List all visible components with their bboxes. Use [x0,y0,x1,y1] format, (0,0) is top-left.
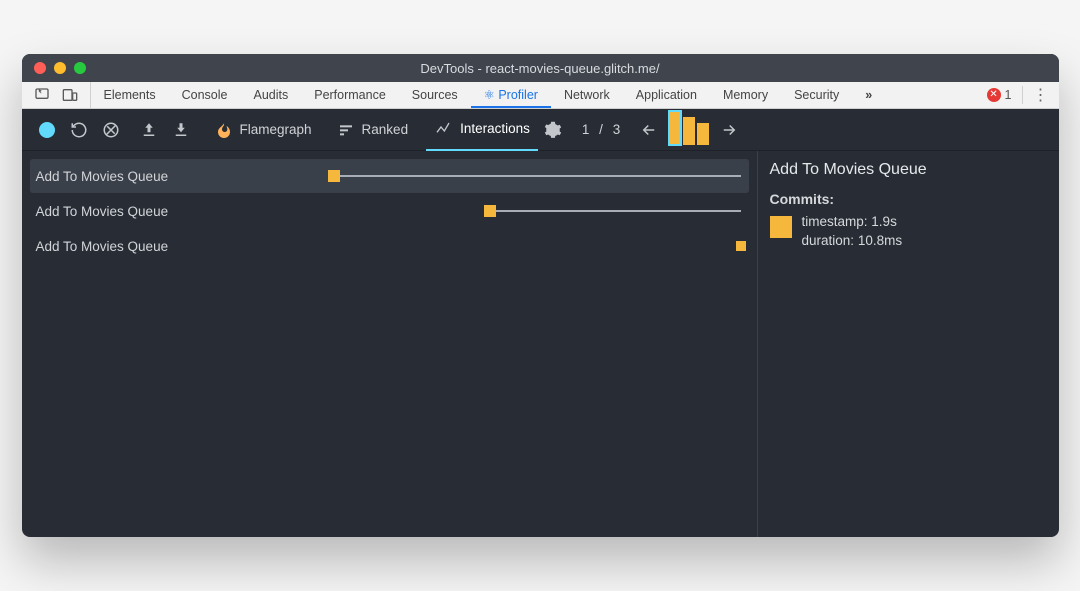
detail-title: Add To Movies Queue [770,161,1047,179]
separator [1022,86,1023,104]
commit-bar-2[interactable] [697,123,709,145]
prev-commit-button[interactable] [634,115,664,145]
interaction-label: Add To Movies Queue [30,169,305,184]
interaction-label: Add To Movies Queue [30,239,305,254]
element-picker-icon[interactable] [34,87,50,103]
more-options-icon[interactable]: ⋮ [1033,85,1049,105]
commits-navigator [634,113,744,147]
reload-button[interactable] [64,115,94,145]
window-title: DevTools - react-movies-queue.glitch.me/ [22,61,1059,76]
commit-bars[interactable] [666,113,712,147]
tab-memory[interactable]: Memory [710,82,781,108]
panel-tabs: Elements Console Audits Performance Sour… [91,82,886,108]
commit-bar-0[interactable] [669,111,681,145]
tabs-overflow-button[interactable]: » [852,82,885,108]
line-icon [434,121,452,137]
error-count: 1 [1005,88,1012,102]
tabbar-left-controls [22,82,91,108]
counter-sep: / [593,122,609,137]
titlebar: DevTools - react-movies-queue.glitch.me/ [22,54,1059,82]
timestamp-label: timestamp: [802,214,868,229]
sort-icon [338,122,354,138]
devtools-window: DevTools - react-movies-queue.glitch.me/… [22,54,1059,537]
tab-security[interactable]: Security [781,82,852,108]
commit-counter: 1 / 3 [568,122,634,137]
tabbar-right-controls: ✕ 1 ⋮ [977,82,1059,108]
tab-audits[interactable]: Audits [240,82,301,108]
interaction-row[interactable]: Add To Movies Queue [30,159,749,193]
next-commit-button[interactable] [714,115,744,145]
view-ranked[interactable]: Ranked [330,109,417,151]
timestamp-value: 1.9s [871,214,897,229]
counter-total: 3 [613,122,621,137]
profiler-settings-button[interactable] [538,115,568,145]
console-errors-badge[interactable]: ✕ 1 [987,88,1012,102]
commit-bar-1[interactable] [683,117,695,145]
commits-section-label: Commits: [770,191,1047,207]
interaction-label: Add To Movies Queue [30,204,305,219]
error-icon: ✕ [987,88,1001,102]
record-controls [28,115,130,145]
commit-color-swatch [770,216,792,238]
view-interactions[interactable]: Interactions [426,109,538,151]
tab-console[interactable]: Console [169,82,241,108]
tab-application[interactable]: Application [623,82,710,108]
clear-button[interactable] [96,115,126,145]
device-toolbar-icon[interactable] [62,87,78,103]
save-profile-button[interactable] [166,115,196,145]
load-profile-button[interactable] [134,115,164,145]
profile-io-controls [130,115,200,145]
view-flamegraph[interactable]: Flamegraph [208,109,320,151]
profiler-toolbar: Flamegraph Ranked Interactions 1 / 3 [22,109,1059,151]
profiler-content: Add To Movies Queue Add To Movies Queue … [22,151,1059,537]
record-button[interactable] [32,115,62,145]
interaction-track [309,244,741,249]
counter-current: 1 [582,122,590,137]
interaction-row[interactable]: Add To Movies Queue [30,194,749,228]
tab-sources[interactable]: Sources [399,82,471,108]
interactions-list: Add To Movies Queue Add To Movies Queue … [22,151,757,537]
tab-profiler[interactable]: ⚛ Profiler [471,82,551,108]
tab-network[interactable]: Network [551,82,623,108]
commit-meta: timestamp: 1.9s duration: 10.8ms [802,213,903,251]
flame-icon [216,122,232,138]
view-flamegraph-label: Flamegraph [240,122,312,137]
view-ranked-label: Ranked [362,122,409,137]
detail-panel: Add To Movies Queue Commits: timestamp: … [757,151,1059,537]
devtools-tabbar: Elements Console Audits Performance Sour… [22,82,1059,109]
profiler-view-tabs: Flamegraph Ranked Interactions [208,109,538,151]
interaction-track [309,174,741,179]
tab-performance[interactable]: Performance [301,82,399,108]
interaction-row[interactable]: Add To Movies Queue [30,229,749,263]
duration-label: duration: [802,233,855,248]
tab-elements[interactable]: Elements [91,82,169,108]
commit-detail-row[interactable]: timestamp: 1.9s duration: 10.8ms [770,213,1047,251]
interaction-track [309,209,741,214]
duration-value: 10.8ms [858,233,902,248]
view-interactions-label: Interactions [460,121,530,136]
